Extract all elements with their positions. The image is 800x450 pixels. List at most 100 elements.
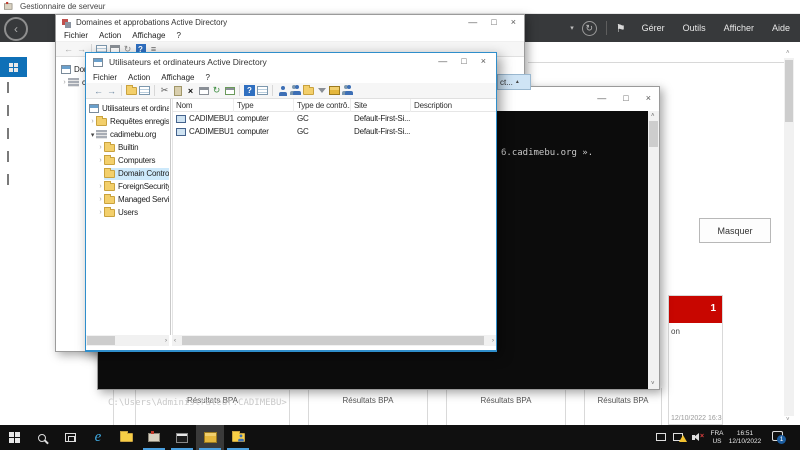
back-button[interactable]: ‹ [4, 17, 28, 41]
find-users-icon[interactable] [341, 84, 354, 97]
maximize-icon[interactable]: □ [623, 94, 628, 103]
menu-help[interactable]: ? [205, 73, 209, 82]
aduc-button[interactable] [224, 425, 252, 450]
tree-item-computers[interactable]: › Computers [86, 154, 169, 167]
new-group-icon[interactable] [289, 84, 302, 97]
table-row[interactable]: CADIMEBU16 computer GC Default-First-Si.… [173, 125, 496, 138]
menu-outils[interactable]: Outils [683, 23, 706, 33]
file-explorer-button[interactable] [112, 425, 140, 450]
menu-affichage[interactable]: Affichage [132, 31, 165, 40]
scroll-right-icon[interactable]: › [492, 338, 494, 344]
tree-item-domain[interactable]: ▾ cadimebu.org [86, 128, 169, 141]
column-header-description[interactable]: Description [411, 99, 496, 112]
menu-afficher[interactable]: Afficher [724, 23, 754, 33]
sidebar-item-ad-ds[interactable] [7, 152, 9, 161]
close-icon[interactable]: × [646, 94, 651, 103]
table-row[interactable]: CADIMEBU12 computer GC Default-First-Si.… [173, 112, 496, 125]
hide-button[interactable]: Masquer [699, 218, 771, 243]
chevron-down-icon[interactable]: ▾ [89, 131, 96, 139]
mailbox-icon[interactable] [328, 84, 341, 97]
chevron-right-icon[interactable]: › [97, 144, 104, 151]
tray-network-button[interactable] [673, 433, 683, 441]
column-header-site[interactable]: Site [351, 99, 411, 112]
list-hscrollbar[interactable]: ‹ › [172, 335, 496, 346]
menu-action[interactable]: Action [99, 31, 121, 40]
tree-item-builtin[interactable]: › Builtin [86, 141, 169, 154]
chevron-right-icon[interactable]: › [97, 157, 104, 164]
clock[interactable]: 16:51 12/10/2022 [724, 430, 766, 446]
mmc-console-button[interactable] [196, 425, 224, 450]
help-icon[interactable]: ? [243, 84, 256, 97]
forward-icon[interactable]: → [105, 84, 118, 97]
column-header-nom[interactable]: Nom [173, 99, 234, 112]
server-manager-button[interactable] [140, 425, 168, 450]
back-icon[interactable]: ← [92, 84, 105, 97]
minimize-icon[interactable]: — [438, 57, 447, 66]
scroll-down-icon[interactable]: ˅ [786, 417, 790, 423]
menu-action[interactable]: Action [128, 73, 150, 82]
menu-fichier[interactable]: Fichier [93, 73, 117, 82]
task-view-button[interactable] [56, 425, 84, 450]
scroll-left-icon[interactable]: ‹ [174, 338, 176, 344]
minimize-icon[interactable]: — [468, 18, 477, 27]
menu-affichage[interactable]: Affichage [161, 73, 194, 82]
scroll-down-icon[interactable]: ˅ [651, 381, 655, 387]
refresh-icon[interactable]: ↻ [582, 21, 597, 36]
caret-down-icon[interactable]: ▾ [570, 24, 574, 32]
chevron-right-icon[interactable]: › [89, 118, 96, 125]
column-header-type[interactable]: Type [234, 99, 294, 112]
menu-fichier[interactable]: Fichier [64, 31, 88, 40]
aduc-titlebar[interactable]: Utilisateurs et ordinateurs Active Direc… [86, 53, 496, 71]
list-hscrollbar-thumb[interactable] [182, 336, 484, 345]
scroll-up-icon[interactable]: ˄ [651, 113, 655, 119]
chevron-right-icon[interactable]: › [97, 209, 104, 216]
collapsed-section-chip[interactable]: ct... ▲ [497, 74, 531, 90]
tree-item-foreign-security-principals[interactable]: › ForeignSecurityPrincipals [86, 180, 169, 193]
tree-item-users[interactable]: › Users [86, 206, 169, 219]
chevron-right-icon[interactable]: › [61, 79, 68, 86]
menu-aide[interactable]: Aide [772, 23, 790, 33]
start-button[interactable] [0, 425, 28, 450]
paste-icon[interactable] [171, 84, 184, 97]
flag-icon[interactable]: ⚑ [616, 22, 626, 35]
command-prompt-button[interactable] [168, 425, 196, 450]
close-icon[interactable]: × [481, 57, 486, 66]
chevron-right-icon[interactable]: › [97, 183, 104, 190]
tree-item-managed-service-accounts[interactable]: › Managed Service Accounts [86, 193, 169, 206]
sidebar-item-dns[interactable] [7, 175, 9, 184]
tree-item-saved-queries[interactable]: › Requêtes enregistrées [86, 115, 169, 128]
maximize-icon[interactable]: □ [491, 18, 496, 27]
menu-help[interactable]: ? [176, 31, 180, 40]
notification-center-button[interactable]: 1 [772, 431, 783, 441]
domains-titlebar[interactable]: Domaines et approbations Active Director… [56, 15, 524, 29]
refresh-icon[interactable]: ↻ [210, 84, 223, 97]
scroll-up-icon[interactable]: ˄ [786, 50, 790, 56]
chevron-right-icon[interactable]: › [97, 196, 104, 203]
menu-gerer[interactable]: Gérer [642, 23, 665, 33]
search-button[interactable] [28, 425, 56, 450]
delete-icon[interactable]: × [184, 84, 197, 97]
new-user-icon[interactable] [276, 84, 289, 97]
scroll-right-icon[interactable]: › [165, 338, 167, 344]
sidebar-item-all-servers[interactable] [7, 106, 9, 115]
maximize-icon[interactable]: □ [461, 57, 466, 66]
properties-icon[interactable] [197, 84, 210, 97]
sidebar-item-dashboard[interactable] [0, 57, 27, 77]
minimize-icon[interactable]: — [597, 94, 606, 103]
up-one-level-icon[interactable] [125, 84, 138, 97]
cmd-scrollbar[interactable]: ˄ ˅ [648, 111, 659, 389]
back-icon[interactable]: ← [62, 43, 75, 56]
filter-icon[interactable] [315, 84, 328, 97]
tree-item-root[interactable]: Utilisateurs et ordinateurs Activ [86, 102, 169, 115]
role-tile-alert-header[interactable]: 1 [669, 296, 722, 323]
sidebar-item-file-services[interactable] [7, 129, 9, 138]
main-scrollbar-thumb[interactable] [785, 60, 793, 122]
new-ou-icon[interactable] [302, 84, 315, 97]
close-icon[interactable]: × [511, 18, 516, 27]
list-view-icon[interactable] [138, 84, 151, 97]
view-table-icon[interactable] [256, 84, 269, 97]
pane-splitter[interactable] [170, 99, 171, 335]
cmd-scrollbar-thumb[interactable] [649, 121, 658, 147]
export-list-icon[interactable] [223, 84, 236, 97]
tree-hscrollbar[interactable]: › [86, 335, 169, 346]
